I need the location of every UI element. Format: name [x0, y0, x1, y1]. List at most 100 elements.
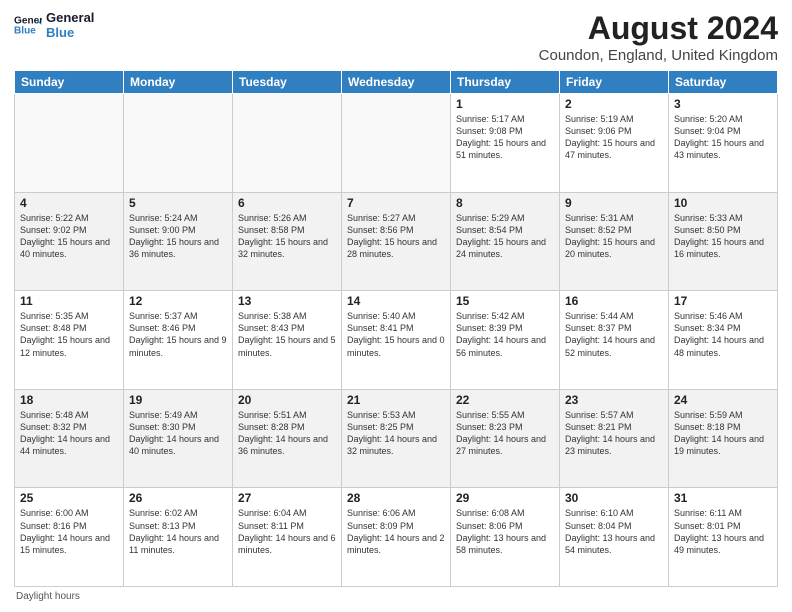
cell-info: Sunrise: 5:44 AMSunset: 8:37 PMDaylight:…	[565, 310, 663, 359]
calendar-cell: 13Sunrise: 5:38 AMSunset: 8:43 PMDayligh…	[233, 291, 342, 390]
cell-info: Sunrise: 5:57 AMSunset: 8:21 PMDaylight:…	[565, 409, 663, 458]
week-row-2: 4 Sunrise: 5:22 AMSunset: 9:02 PMDaylight…	[15, 192, 778, 291]
title-block: August 2024 Coundon, England, United Kin…	[539, 10, 778, 64]
cell-info: Sunrise: 5:59 AMSunset: 8:18 PMDaylight:…	[674, 409, 772, 458]
cell-info: Sunrise: 5:24 AMSunset: 9:00 PMDaylight:…	[129, 212, 227, 261]
week-row-3: 11 Sunrise: 5:35 AMSunset: 8:48 PMDayligh…	[15, 291, 778, 390]
calendar-cell	[15, 94, 124, 193]
day-number: 24	[674, 393, 772, 407]
week-row-5: 25Sunrise: 6:00 AMSunset: 8:16 PMDayligh…	[15, 488, 778, 587]
calendar-cell: 31Sunrise: 6:11 AMSunset: 8:01 PMDayligh…	[669, 488, 778, 587]
day-number: 27	[238, 491, 336, 505]
calendar-cell: 28 Sunrise: 6:06 AMSunset: 8:09 PMDayligh…	[342, 488, 451, 587]
logo-icon: General Blue	[14, 11, 42, 39]
week-row-1: 1Sunrise: 5:17 AMSunset: 9:08 PMDaylight…	[15, 94, 778, 193]
day-number: 6	[238, 196, 336, 210]
calendar-cell: 22Sunrise: 5:55 AMSunset: 8:23 PMDayligh…	[451, 389, 560, 488]
day-number: 17	[674, 294, 772, 308]
calendar-cell: 25Sunrise: 6:00 AMSunset: 8:16 PMDayligh…	[15, 488, 124, 587]
cell-info: Sunrise: 6:02 AMSunset: 8:13 PMDaylight:…	[129, 507, 227, 556]
footer-note: Daylight hours	[14, 591, 778, 602]
cell-info: Sunrise: 5:42 AMSunset: 8:39 PMDaylight:…	[456, 310, 554, 359]
week-row-4: 18Sunrise: 5:48 AMSunset: 8:32 PMDayligh…	[15, 389, 778, 488]
day-number: 19	[129, 393, 227, 407]
col-header-monday: Monday	[124, 71, 233, 94]
cell-info: Sunrise: 5:49 AMSunset: 8:30 PMDaylight:…	[129, 409, 227, 458]
cell-info: Sunrise: 5:27 AMSunset: 8:56 PMDaylight:…	[347, 212, 445, 261]
cell-info: Sunrise: 5:48 AMSunset: 8:32 PMDaylight:…	[20, 409, 118, 458]
calendar-cell: 10 Sunrise: 5:33 AMSunset: 8:50 PMDayligh…	[669, 192, 778, 291]
calendar-cell: 30 Sunrise: 6:10 AMSunset: 8:04 PMDayligh…	[560, 488, 669, 587]
day-number: 3	[674, 97, 772, 111]
logo: General Blue General Blue	[14, 10, 94, 40]
cell-info: Sunrise: 6:06 AMSunset: 8:09 PMDaylight:…	[347, 507, 445, 556]
cell-info: Sunrise: 5:26 AMSunset: 8:58 PMDaylight:…	[238, 212, 336, 261]
cell-info: Sunrise: 5:35 AMSunset: 8:48 PMDaylight:…	[20, 310, 118, 359]
cell-info: Sunrise: 5:38 AMSunset: 8:43 PMDaylight:…	[238, 310, 336, 359]
calendar-cell: 17 Sunrise: 5:46 AMSunset: 8:34 PMDayligh…	[669, 291, 778, 390]
day-number: 11	[20, 294, 118, 308]
subtitle: Coundon, England, United Kingdom	[539, 47, 778, 64]
day-number: 28	[347, 491, 445, 505]
calendar-cell	[233, 94, 342, 193]
cell-info: Sunrise: 5:53 AMSunset: 8:25 PMDaylight:…	[347, 409, 445, 458]
cell-info: Sunrise: 6:08 AMSunset: 8:06 PMDaylight:…	[456, 507, 554, 556]
calendar-cell: 3 Sunrise: 5:20 AMSunset: 9:04 PMDaylight…	[669, 94, 778, 193]
day-number: 2	[565, 97, 663, 111]
svg-text:Blue: Blue	[14, 26, 36, 37]
cell-info: Sunrise: 5:55 AMSunset: 8:23 PMDaylight:…	[456, 409, 554, 458]
calendar-cell: 2 Sunrise: 5:19 AMSunset: 9:06 PMDaylight…	[560, 94, 669, 193]
day-number: 12	[129, 294, 227, 308]
day-number: 9	[565, 196, 663, 210]
day-number: 16	[565, 294, 663, 308]
cell-info: Sunrise: 5:37 AMSunset: 8:46 PMDaylight:…	[129, 310, 227, 359]
main-title: August 2024	[539, 10, 778, 47]
cell-info: Sunrise: 5:29 AMSunset: 8:54 PMDaylight:…	[456, 212, 554, 261]
cell-info: Sunrise: 6:11 AMSunset: 8:01 PMDaylight:…	[674, 507, 772, 556]
calendar-cell: 5 Sunrise: 5:24 AMSunset: 9:00 PMDaylight…	[124, 192, 233, 291]
day-number: 14	[347, 294, 445, 308]
cell-info: Sunrise: 6:10 AMSunset: 8:04 PMDaylight:…	[565, 507, 663, 556]
day-number: 30	[565, 491, 663, 505]
day-number: 10	[674, 196, 772, 210]
page: General Blue General Blue August 2024 Co…	[0, 0, 792, 612]
col-header-sunday: Sunday	[15, 71, 124, 94]
logo-line2: Blue	[46, 25, 94, 40]
cell-info: Sunrise: 5:33 AMSunset: 8:50 PMDaylight:…	[674, 212, 772, 261]
day-number: 7	[347, 196, 445, 210]
col-header-saturday: Saturday	[669, 71, 778, 94]
day-number: 21	[347, 393, 445, 407]
logo-line1: General	[46, 10, 94, 25]
day-number: 4	[20, 196, 118, 210]
calendar-cell: 12 Sunrise: 5:37 AMSunset: 8:46 PMDayligh…	[124, 291, 233, 390]
cell-info: Sunrise: 5:31 AMSunset: 8:52 PMDaylight:…	[565, 212, 663, 261]
calendar-cell: 1Sunrise: 5:17 AMSunset: 9:08 PMDaylight…	[451, 94, 560, 193]
header-row: SundayMondayTuesdayWednesdayThursdayFrid…	[15, 71, 778, 94]
calendar-cell: 9 Sunrise: 5:31 AMSunset: 8:52 PMDaylight…	[560, 192, 669, 291]
calendar-cell: 23 Sunrise: 5:57 AMSunset: 8:21 PMDayligh…	[560, 389, 669, 488]
cell-info: Sunrise: 5:19 AMSunset: 9:06 PMDaylight:…	[565, 113, 663, 162]
day-number: 5	[129, 196, 227, 210]
cell-info: Sunrise: 5:22 AMSunset: 9:02 PMDaylight:…	[20, 212, 118, 261]
calendar-cell: 27 Sunrise: 6:04 AMSunset: 8:11 PMDayligh…	[233, 488, 342, 587]
cell-info: Sunrise: 6:00 AMSunset: 8:16 PMDaylight:…	[20, 507, 118, 556]
cell-info: Sunrise: 5:20 AMSunset: 9:04 PMDaylight:…	[674, 113, 772, 162]
day-number: 23	[565, 393, 663, 407]
calendar-cell: 20Sunrise: 5:51 AMSunset: 8:28 PMDayligh…	[233, 389, 342, 488]
calendar-cell	[342, 94, 451, 193]
day-number: 26	[129, 491, 227, 505]
day-number: 20	[238, 393, 336, 407]
calendar-cell: 21 Sunrise: 5:53 AMSunset: 8:25 PMDayligh…	[342, 389, 451, 488]
cell-info: Sunrise: 5:46 AMSunset: 8:34 PMDaylight:…	[674, 310, 772, 359]
calendar-cell: 24 Sunrise: 5:59 AMSunset: 8:18 PMDayligh…	[669, 389, 778, 488]
day-number: 29	[456, 491, 554, 505]
cell-info: Sunrise: 5:40 AMSunset: 8:41 PMDaylight:…	[347, 310, 445, 359]
col-header-friday: Friday	[560, 71, 669, 94]
calendar-table: SundayMondayTuesdayWednesdayThursdayFrid…	[14, 70, 778, 587]
calendar-cell: 18Sunrise: 5:48 AMSunset: 8:32 PMDayligh…	[15, 389, 124, 488]
cell-info: Sunrise: 6:04 AMSunset: 8:11 PMDaylight:…	[238, 507, 336, 556]
day-number: 1	[456, 97, 554, 111]
calendar-cell: 4 Sunrise: 5:22 AMSunset: 9:02 PMDaylight…	[15, 192, 124, 291]
day-number: 8	[456, 196, 554, 210]
calendar-cell: 7 Sunrise: 5:27 AMSunset: 8:56 PMDaylight…	[342, 192, 451, 291]
